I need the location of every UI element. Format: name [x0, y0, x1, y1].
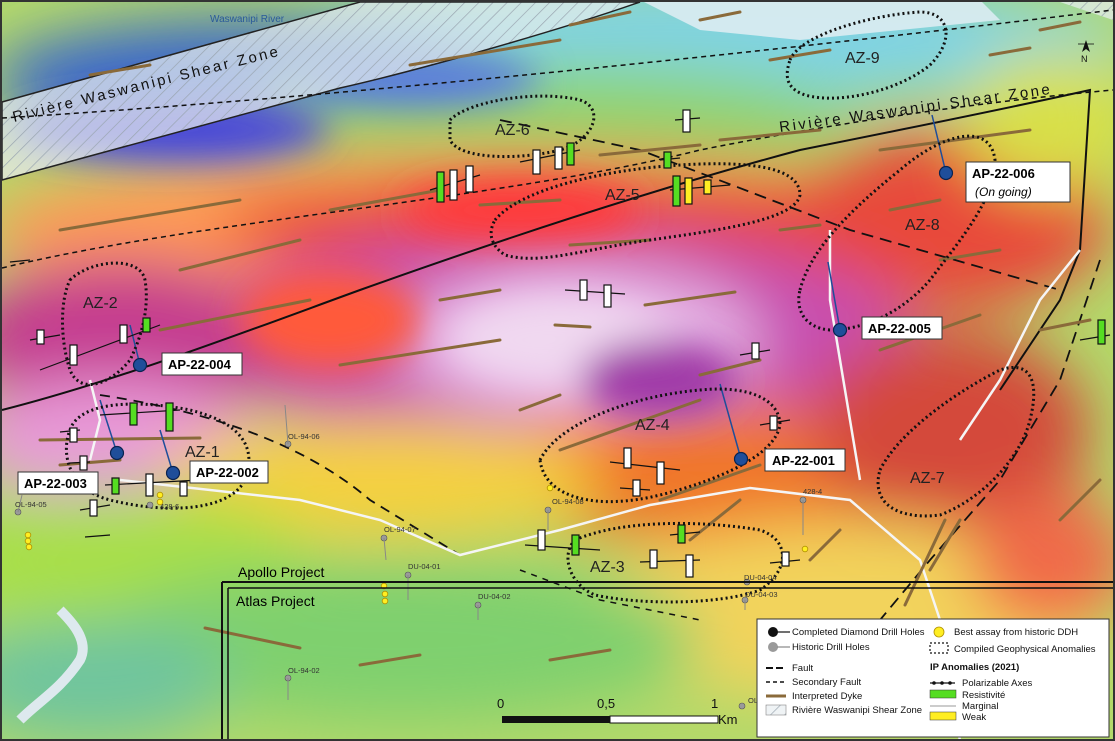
- az-7-label: AZ-7: [910, 470, 945, 487]
- geophysical-map: Waswanipi River Rivière Waswanipi Shear …: [0, 0, 1115, 741]
- drill-hole-label-ap-22-003: AP-22-003: [24, 476, 87, 491]
- az-6-label: AZ-6: [495, 122, 530, 139]
- legend-fault: Fault: [792, 663, 813, 674]
- legend-secondary-fault: Secondary Fault: [792, 677, 862, 688]
- apollo-project-label: Apollo Project: [238, 564, 324, 580]
- az-9-label: AZ-9: [845, 50, 880, 67]
- az-1-label: AZ-1: [185, 444, 220, 461]
- legend-completed-holes: Completed Diamond Drill Holes: [792, 627, 925, 638]
- legend-resistivite: Resistivité: [962, 690, 1005, 701]
- az-3-label: AZ-3: [590, 559, 625, 576]
- historic-hole-label: OL-94-05: [15, 500, 47, 509]
- scale-tick-0: 0: [497, 696, 504, 711]
- az-8-label: AZ-8: [905, 217, 940, 234]
- atlas-project-label: Atlas Project: [236, 593, 315, 609]
- historic-hole-label: DU-04-03: [745, 590, 778, 599]
- legend-weak: Weak: [962, 712, 986, 723]
- historic-hole-label: 428-4: [803, 487, 822, 496]
- scale-tick-05: 0,5: [597, 696, 615, 711]
- legend-polarizable: Polarizable Axes: [962, 678, 1032, 689]
- river-label: Waswanipi River: [210, 14, 285, 25]
- legend-geophys: Compiled Geophysical Anomalies: [954, 644, 1096, 655]
- historic-hole-label: DU-04-01: [408, 562, 441, 571]
- legend-marginal: Marginal: [962, 701, 998, 712]
- drill-hole-note-ap-22-006: (On going): [975, 185, 1032, 199]
- legend-ip-title: IP Anomalies (2021): [930, 662, 1019, 673]
- az-5-label: AZ-5: [605, 187, 640, 204]
- scale-unit: Km: [718, 712, 738, 727]
- historic-hole-label: OL-94-08: [552, 497, 584, 506]
- legend: Completed Diamond Drill Holes Historic D…: [756, 618, 1110, 738]
- historic-hole-label: OL-94-06: [288, 432, 320, 441]
- scale-tick-1: 1: [711, 696, 718, 711]
- legend-shear-zone: Rivière Waswanipi Shear Zone: [792, 705, 922, 716]
- legend-historic-holes: Historic Drill Holes: [792, 642, 870, 653]
- historic-hole-label: 428-6: [160, 502, 179, 511]
- az-4-label: AZ-4: [635, 417, 670, 434]
- legend-best-assay: Best assay from historic DDH: [954, 627, 1078, 638]
- historic-hole-label: OL-94-02: [288, 666, 320, 675]
- north-label: N: [1081, 54, 1088, 64]
- drill-hole-label-ap-22-004: AP-22-004: [168, 357, 232, 372]
- drill-hole-label-ap-22-005: AP-22-005: [868, 321, 931, 336]
- drill-hole-label-ap-22-001: AP-22-001: [772, 453, 835, 468]
- legend-dyke: Interpreted Dyke: [792, 691, 862, 702]
- historic-hole-label: DU-04-04: [744, 573, 777, 582]
- drill-hole-label-ap-22-002: AP-22-002: [196, 465, 259, 480]
- historic-hole-label: DU-04-02: [478, 592, 511, 601]
- drill-hole-label-ap-22-006: AP-22-006: [972, 166, 1035, 181]
- historic-hole-label: OL-94-07: [384, 525, 416, 534]
- az-2-label: AZ-2: [83, 295, 118, 312]
